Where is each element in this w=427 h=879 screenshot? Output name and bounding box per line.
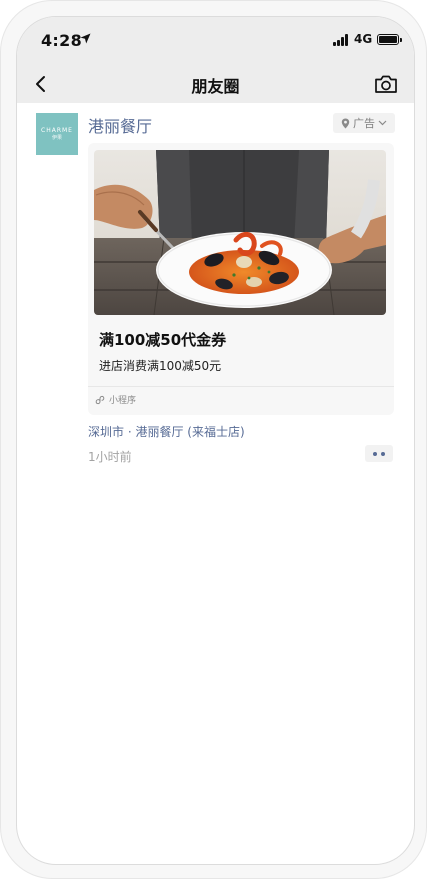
more-dot-icon xyxy=(373,451,377,456)
mini-program-label: 小程序 xyxy=(109,396,137,406)
location-arrow-icon xyxy=(80,33,91,44)
mini-program-icon xyxy=(95,395,105,404)
avatar-brand-text: CHARME xyxy=(41,126,73,134)
more-dot-icon xyxy=(381,451,385,456)
post-author-name[interactable]: 港丽餐厅 xyxy=(88,113,152,137)
location-pin-icon xyxy=(341,118,350,128)
ad-card[interactable]: 满100减50代金券 进店消费满100减50元 小程序 xyxy=(88,143,394,415)
phone-frame: 4:28 4G 朋友圈 CHARME 伊果 港丽餐厅 广告 满100减50代金券… xyxy=(0,0,427,879)
battery-icon xyxy=(377,34,402,45)
status-bar: 4:28 4G xyxy=(17,17,414,65)
phone-screen: 4:28 4G 朋友圈 CHARME 伊果 港丽餐厅 广告 满100减50代金券… xyxy=(16,16,415,865)
more-button[interactable] xyxy=(365,445,393,462)
network-type: 4G xyxy=(354,32,373,46)
mini-program-link[interactable]: 小程序 xyxy=(95,393,136,406)
ad-tag-button[interactable]: 广告 xyxy=(333,113,395,133)
status-time: 4:28 xyxy=(41,31,82,50)
avatar[interactable]: CHARME 伊果 xyxy=(36,113,78,155)
coupon-title: 满100减50代金券 xyxy=(99,331,227,349)
post-timestamp: 1小时前 xyxy=(88,450,132,464)
camera-icon[interactable] xyxy=(373,71,399,97)
chevron-down-icon xyxy=(378,120,387,126)
ad-label: 广告 xyxy=(353,117,375,130)
card-divider xyxy=(88,386,394,387)
avatar-sub-text: 伊果 xyxy=(51,134,62,141)
page-title: 朋友圈 xyxy=(191,77,240,96)
nav-bar: 朋友圈 xyxy=(17,65,414,103)
signal-icon xyxy=(333,34,351,46)
location-link[interactable]: 深圳市 · 港丽餐厅 (来福士店) xyxy=(88,423,245,440)
food-photo xyxy=(94,150,386,315)
coupon-description: 进店消费满100减50元 xyxy=(99,359,222,373)
